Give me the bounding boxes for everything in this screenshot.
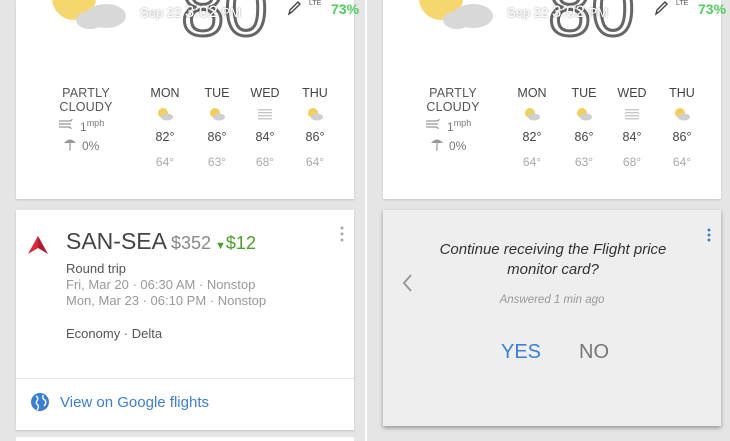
day-low: 63° <box>207 155 227 169</box>
current-conditions: PARTLY CLOUDY 1mph 0% <box>36 86 136 153</box>
pencil-icon <box>654 1 668 16</box>
day-high: 86° <box>207 130 227 144</box>
day-high: 84° <box>622 130 642 144</box>
condition-label: PARTLY CLOUDY <box>59 86 113 114</box>
partly-cloudy-icon <box>577 108 592 121</box>
day-low: 64° <box>155 155 175 169</box>
status-bar: Sep 22 3:02 PM LTE 73% <box>367 0 730 21</box>
partly-cloudy-icon <box>525 108 540 121</box>
day-low: 64° <box>522 155 542 169</box>
day-name: THU <box>302 86 328 100</box>
weather-card[interactable]: 80 PARTLY CLOUDY 1mph 0% <box>383 0 721 199</box>
wind-speed: 1mph <box>447 118 472 134</box>
day-low: 68° <box>622 155 642 169</box>
day-high: 86° <box>574 130 594 144</box>
forecast-day: MON 82° 64° <box>145 86 185 169</box>
partly-cloudy-icon <box>675 108 690 121</box>
day-high: 84° <box>255 130 275 144</box>
feedback-timestamp: Answered 1 min ago <box>499 294 605 306</box>
forecast: MON 82° 64° TUE 86° 63° WED 84° 68° THU … <box>508 86 708 186</box>
lte-indicator: LTE <box>676 0 689 7</box>
back-chevron-icon[interactable] <box>401 273 413 293</box>
day-low: 64° <box>305 155 325 169</box>
forecast-day: WED 84° 68° <box>612 86 652 169</box>
next-card-edge <box>16 437 354 441</box>
day-low: 64° <box>672 155 692 169</box>
battery-percent: 73% <box>331 1 360 17</box>
forecast-day: THU 86° 64° <box>662 86 702 169</box>
right-screen: 80 PARTLY CLOUDY 1mph 0% <box>367 0 730 441</box>
condition-label: PARTLY CLOUDY <box>426 86 480 114</box>
umbrella-icon <box>64 139 76 151</box>
card-divider <box>16 378 354 379</box>
wind-icon <box>426 118 440 130</box>
rain-row: 0% <box>403 137 503 153</box>
no-button[interactable]: NO <box>571 337 617 368</box>
status-clock: Sep 22 3:02 PM <box>140 2 242 21</box>
day-high: 82° <box>155 130 175 144</box>
yes-button[interactable]: YES <box>493 337 549 368</box>
class-airline: Economy · Delta <box>66 326 163 341</box>
price-drop-amount: $12 <box>225 233 256 253</box>
forecast-day: MON 82° 64° <box>512 86 552 169</box>
route-label: SAN-SEA <box>66 228 167 254</box>
day-name: WED <box>250 86 280 100</box>
status-clock: Sep 22 3:02 PM <box>507 2 609 21</box>
forecast: MON 82° 64° TUE 86° 63° WED 84° 68° THU … <box>141 86 341 186</box>
feedback-card: Continue receiving the Flight price moni… <box>383 210 721 426</box>
day-name: TUE <box>571 86 597 100</box>
wind-row: 1mph <box>403 118 503 134</box>
globe-icon <box>31 393 49 411</box>
day-name: MON <box>517 86 547 100</box>
overflow-menu-icon[interactable] <box>340 226 344 244</box>
forecast-day: WED 84° 68° <box>245 86 285 169</box>
rain-chance: 0% <box>82 139 100 153</box>
view-google-flights-label: View on Google flights <box>60 394 209 411</box>
trip-type: Round trip <box>66 261 126 276</box>
flight-leg-outbound: Fri, Mar 20 · 06:30 AM · Nonstop <box>66 277 256 292</box>
image-notification-icon <box>383 2 397 14</box>
left-screen: 80 PARTLY CLOUDY 1mph 0% <box>0 0 365 441</box>
price-drop-arrow-icon: ▼ <box>215 240 226 252</box>
umbrella-icon <box>431 139 443 151</box>
forecast-day: TUE 86° 63° <box>197 86 237 169</box>
route-line: SAN-SEA $352 ▼$12 <box>66 228 256 255</box>
current-conditions: PARTLY CLOUDY 1mph 0% <box>403 86 503 153</box>
day-name: WED <box>617 86 647 100</box>
fog-icon <box>258 109 272 120</box>
weather-card[interactable]: 80 PARTLY CLOUDY 1mph 0% <box>16 0 354 199</box>
delta-logo-icon <box>28 236 48 254</box>
rain-chance: 0% <box>449 139 467 153</box>
wind-icon <box>59 118 73 130</box>
price-label: $352 <box>170 233 212 253</box>
status-bar: Sep 22 3:02 PM LTE 73% <box>0 0 365 21</box>
partly-cloudy-icon <box>308 108 323 121</box>
day-high: 86° <box>305 130 325 144</box>
fog-icon <box>625 109 639 120</box>
pencil-icon <box>287 1 301 16</box>
flight-price-card[interactable]: SAN-SEA $352 ▼$12 Round trip Fri, Mar 20 ·… <box>16 210 354 430</box>
day-high: 86° <box>672 130 692 144</box>
day-name: TUE <box>204 86 230 100</box>
day-low: 63° <box>574 155 594 169</box>
overflow-menu-icon[interactable] <box>707 228 711 242</box>
partly-cloudy-icon <box>158 108 173 121</box>
forecast-day: TUE 86° 63° <box>564 86 604 169</box>
lte-indicator: LTE <box>309 0 322 7</box>
forecast-day: THU 86° 64° <box>295 86 335 169</box>
day-name: MON <box>150 86 180 100</box>
day-name: THU <box>669 86 695 100</box>
wind-row: 1mph <box>36 118 136 134</box>
day-high: 82° <box>522 130 542 144</box>
feedback-question: Continue receiving the Flight price moni… <box>439 241 667 278</box>
flight-leg-return: Mon, Mar 23 · 06:10 PM · Nonstop <box>66 293 267 308</box>
day-low: 68° <box>255 155 275 169</box>
battery-percent: 73% <box>698 1 727 17</box>
partly-cloudy-icon <box>210 108 225 121</box>
rain-row: 0% <box>36 137 136 153</box>
wind-speed: 1mph <box>80 118 105 134</box>
